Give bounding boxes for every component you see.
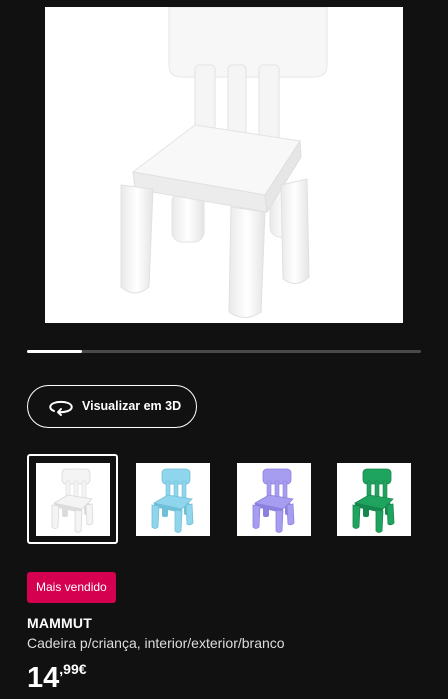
price-integer: 14 — [27, 662, 60, 694]
chair-blue-icon — [151, 468, 194, 533]
price-decimal: ,99€ — [59, 661, 87, 677]
rotate-3d-icon — [49, 400, 73, 416]
product-price: 14,99€ — [27, 660, 87, 696]
chair-illustration — [120, 7, 328, 318]
view-3d-button[interactable]: Visualizar em 3D — [27, 385, 197, 428]
product-main-image[interactable] — [45, 7, 403, 323]
chair-purple-icon — [252, 468, 295, 533]
gallery-progress — [27, 350, 421, 353]
gallery-progress-fill — [27, 350, 83, 353]
product-name: MAMMUT — [27, 615, 92, 631]
best-seller-badge: Mais vendido — [27, 572, 116, 603]
variant-thumbnail-green[interactable] — [337, 463, 411, 536]
chair-green-icon — [352, 468, 395, 533]
variant-thumbnail-blue[interactable] — [136, 463, 210, 536]
variant-thumbnail-white[interactable] — [36, 463, 110, 536]
product-description: Cadeira p/criança, interior/exterior/bra… — [27, 635, 285, 651]
view-3d-label: Visualizar em 3D — [82, 399, 182, 413]
chair-white-icon — [51, 468, 94, 533]
variant-thumbnail-purple[interactable] — [237, 463, 311, 536]
